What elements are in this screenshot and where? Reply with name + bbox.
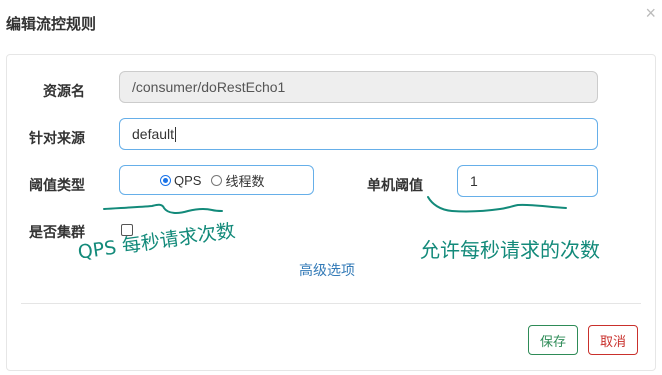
dialog-title: 编辑流控规则 [6, 16, 97, 33]
text-cursor [175, 126, 177, 142]
single-threshold-input[interactable]: 1 [457, 165, 598, 197]
resource-value: /consumer/doRestEcho1 [132, 79, 286, 95]
form-panel: 资源名 /consumer/doRestEcho1 针对来源 default 阈… [6, 54, 656, 371]
cancel-button[interactable]: 取消 [588, 325, 638, 355]
annotation-threshold-note: 允许每秒请求的次数 [420, 238, 600, 262]
dialog-header: 编辑流控规则 × [0, 0, 662, 44]
radio-option-threads[interactable]: 线程数 [211, 171, 264, 190]
single-threshold-label: 单机阈值 [367, 177, 423, 193]
radio-qps-label: QPS [174, 172, 202, 188]
origin-label: 针对来源 [29, 130, 85, 146]
threshold-type-radio-group: QPS 线程数 [119, 165, 314, 195]
single-threshold-value: 1 [470, 173, 478, 189]
resource-label: 资源名 [43, 83, 85, 99]
radio-threads-icon[interactable] [211, 174, 223, 186]
radio-qps-icon[interactable] [160, 174, 171, 186]
divider [21, 303, 641, 304]
save-button[interactable]: 保存 [528, 325, 578, 355]
resource-input: /consumer/doRestEcho1 [119, 71, 598, 103]
close-icon[interactable]: × [645, 4, 656, 22]
advanced-options-link[interactable]: 高级选项 [299, 260, 355, 280]
radio-threads-label: 线程数 [225, 173, 265, 189]
origin-value: default [132, 126, 175, 142]
origin-input[interactable]: default [119, 118, 598, 150]
radio-option-qps[interactable]: QPS [160, 173, 201, 188]
edit-flow-rule-dialog: 编辑流控规则 × 资源名 /consumer/doRestEcho1 针对来源 … [0, 0, 662, 375]
threshold-type-label: 阈值类型 [29, 177, 85, 193]
